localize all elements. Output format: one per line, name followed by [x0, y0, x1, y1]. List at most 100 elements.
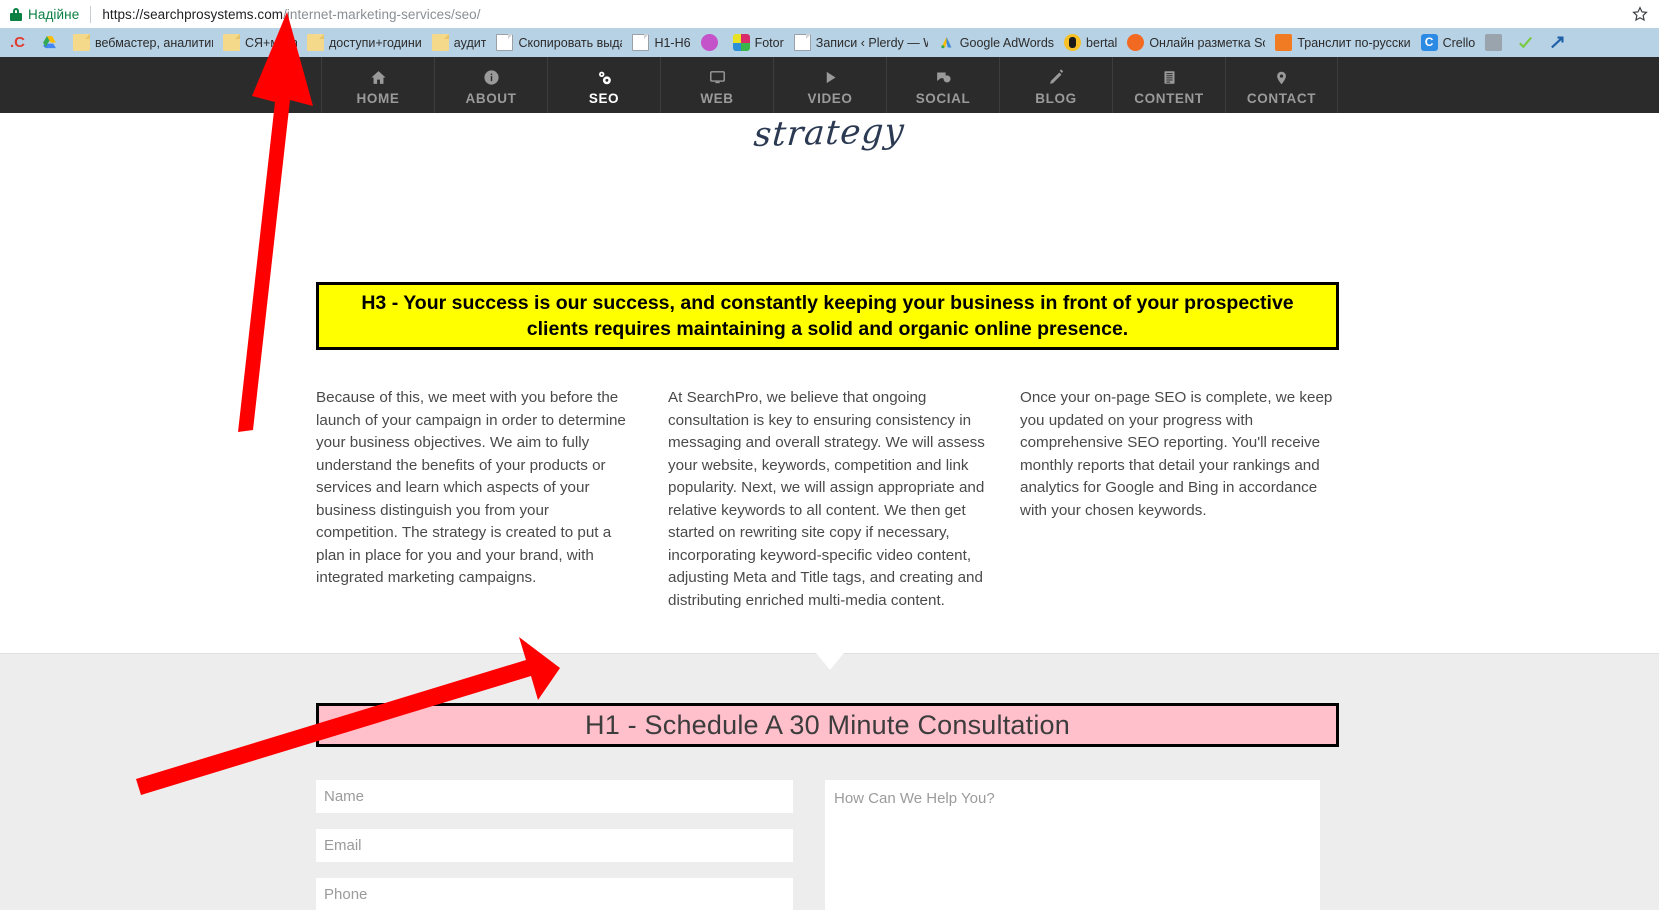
nav-item-web[interactable]: WEB — [660, 57, 773, 113]
purple-circle-icon — [700, 34, 718, 51]
bookmark-item[interactable] — [696, 28, 728, 57]
bertal-icon — [1064, 34, 1082, 51]
security-status-label: Надійне — [28, 6, 80, 22]
fotor-icon — [732, 34, 750, 51]
bookmark-item[interactable]: вебмастер, аналитика — [68, 28, 218, 57]
info-icon — [483, 68, 500, 88]
bookmark-label: Онлайн разметка Schema — [1149, 35, 1265, 50]
pencil-icon — [1048, 68, 1065, 88]
nav-label: ABOUT — [465, 90, 517, 106]
gears-icon — [594, 68, 615, 88]
crello-icon: C — [1420, 34, 1438, 51]
nav-item-blog[interactable]: BLOG — [999, 57, 1112, 113]
play-icon — [823, 68, 838, 88]
bookmark-label: bertal — [1086, 35, 1118, 50]
bookmark-item[interactable]: Транслит по-русски — [1270, 28, 1415, 57]
nav-item-home[interactable]: HOME — [321, 57, 434, 113]
phone-input[interactable]: Phone — [316, 878, 793, 910]
section-notch — [815, 653, 844, 670]
content-column-2: At SearchPro, we believe that ongoing co… — [668, 389, 985, 609]
nav-label: BLOG — [1035, 90, 1077, 106]
message-textarea[interactable]: How Can We Help You? — [825, 780, 1320, 910]
message-placeholder: How Can We Help You? — [834, 790, 995, 807]
c-logo-icon: .C — [10, 34, 25, 51]
bookmark-item[interactable]: Онлайн разметка Schema — [1122, 28, 1270, 57]
bookmark-item[interactable]: C Crello — [1416, 28, 1481, 57]
name-placeholder: Name — [324, 788, 365, 805]
orange-square-icon — [1275, 34, 1293, 51]
document-icon — [1162, 68, 1177, 88]
bookmark-label: доступи+години — [329, 35, 422, 50]
nav-label: SEO — [588, 90, 620, 106]
nav-item-social[interactable]: SOCIAL — [886, 57, 999, 113]
url-domain: https://searchprosystems.com — [102, 6, 284, 22]
email-placeholder: Email — [324, 837, 362, 854]
content-column-3: Once your on-page SEO is complete, we ke… — [1020, 389, 1333, 519]
bookmark-label: Скопировать выдачу — [518, 35, 622, 50]
map-pin-icon — [1274, 68, 1289, 88]
bookmark-item[interactable]: bertal — [1059, 28, 1122, 57]
url-path: /internet-marketing-services/seo/ — [283, 6, 481, 22]
page-icon — [793, 34, 811, 51]
name-input[interactable]: Name — [316, 780, 793, 813]
orange-circle-icon — [1127, 34, 1145, 51]
bookmark-item[interactable]: H1-H6 — [627, 28, 695, 57]
bookmark-item[interactable]: Fotor — [728, 28, 789, 57]
bookmark-item[interactable] — [1544, 28, 1576, 57]
bookmark-label: аудит — [453, 35, 487, 50]
page-icon — [632, 34, 650, 51]
bookmark-label: Fotor — [754, 35, 784, 50]
check-icon — [1517, 34, 1534, 51]
content-column-1: Because of this, we meet with you before… — [316, 389, 626, 586]
bookmark-item[interactable]: Записи ‹ Plerdy — WordPress — [789, 28, 933, 57]
nav-item-content[interactable]: CONTENT — [1112, 57, 1225, 113]
bookmark-item[interactable] — [1512, 28, 1544, 57]
nav-label: CONTENT — [1134, 90, 1204, 106]
bookmark-item[interactable] — [36, 28, 68, 57]
bookmark-label: H1-H6 — [654, 35, 691, 50]
lock-icon — [10, 7, 22, 21]
omnibox-divider — [90, 5, 92, 23]
bookmark-item[interactable]: .C — [4, 28, 36, 57]
nav-label: SOCIAL — [915, 90, 971, 106]
browser-window: Надійне https://searchprosystems.com/int… — [0, 0, 1659, 910]
url-text[interactable]: https://searchprosystems.com/internet-ma… — [102, 7, 480, 22]
google-ads-icon — [938, 34, 955, 51]
home-icon — [369, 68, 388, 88]
bookmark-item[interactable]: Скопировать выдачу — [491, 28, 627, 57]
bookmark-item[interactable] — [1480, 28, 1512, 57]
nav-item-seo[interactable]: SEO — [547, 57, 660, 113]
bookmark-star-icon[interactable] — [1631, 5, 1649, 23]
omnibox[interactable]: Надійне https://searchprosystems.com/int… — [0, 0, 1659, 28]
bookmark-label: Записи ‹ Plerdy — WordPress — [815, 35, 928, 50]
bookmark-item[interactable]: СЯ+мета — [218, 28, 302, 57]
folder-icon — [223, 34, 240, 51]
bookmark-label: Crello — [1442, 35, 1476, 50]
nav-label: VIDEO — [807, 90, 853, 106]
site-navigation[interactable]: HOME ABOUT SEO WEB VIDEO SOCIAL BLOG CON… — [0, 57, 1659, 113]
bookmark-item[interactable]: аудит — [427, 28, 492, 57]
content-columns: Because of this, we meet with you before… — [316, 387, 1339, 612]
hero-script-word: strategy — [752, 111, 907, 155]
nav-item-video[interactable]: VIDEO — [773, 57, 886, 113]
nav-label: WEB — [700, 90, 734, 106]
monitor-icon — [708, 68, 727, 88]
h1-highlight-banner: H1 - Schedule A 30 Minute Consultation — [316, 703, 1339, 747]
robot-icon — [1485, 34, 1503, 51]
nav-label: HOME — [356, 90, 400, 106]
h3-banner-text: H3 - Your success is our success, and co… — [361, 291, 1294, 340]
folder-icon — [431, 34, 449, 51]
bookmarks-bar[interactable]: .C вебмастер, аналитика СЯ+мета доступи+… — [0, 28, 1659, 57]
bookmark-item[interactable]: Google AdWords — [933, 28, 1059, 57]
contact-form-left: Name Email Phone — [316, 780, 793, 910]
web-page-viewport: HOME ABOUT SEO WEB VIDEO SOCIAL BLOG CON… — [0, 57, 1659, 910]
nav-item-contact[interactable]: CONTACT — [1225, 57, 1338, 113]
bookmark-label: Транслит по-русски — [1297, 35, 1411, 50]
bookmark-label: Google AdWords — [959, 35, 1055, 50]
nav-item-about[interactable]: ABOUT — [434, 57, 547, 113]
bookmark-item[interactable]: доступи+години — [302, 28, 427, 57]
arrow-icon — [1549, 34, 1566, 51]
h1-banner-text: H1 - Schedule A 30 Minute Consultation — [585, 709, 1070, 740]
folder-icon — [307, 34, 324, 51]
email-input[interactable]: Email — [316, 829, 793, 862]
